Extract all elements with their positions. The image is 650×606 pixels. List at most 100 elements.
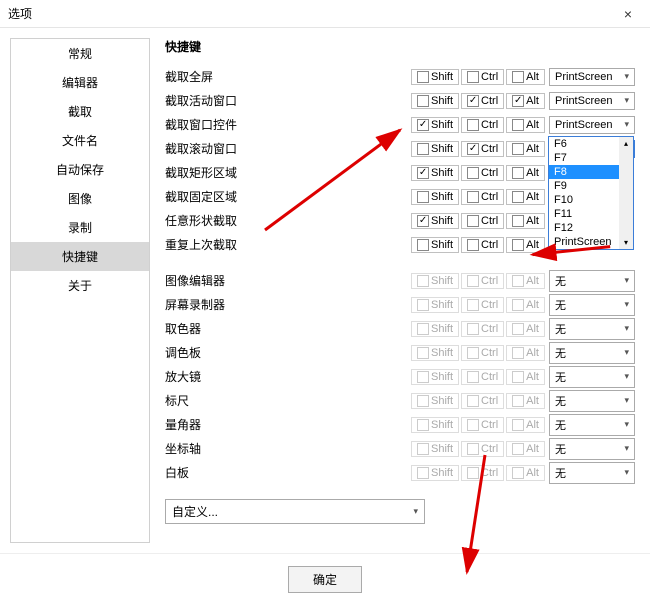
key-select[interactable]: PrintScreen▾ [549,92,635,110]
shortcut-row: 取色器 ShiftCtrlAlt 无▾ [165,317,635,340]
key-select[interactable]: 无▾ [549,342,635,364]
checkbox-icon [467,239,479,251]
alt-modifier[interactable]: Alt [506,189,545,205]
sidebar-item[interactable]: 截取 [11,97,149,126]
shift-modifier[interactable]: ✓Shift [411,117,459,133]
chevron-down-icon: ▾ [624,419,629,430]
key-select[interactable]: PrintScreen▾ [549,116,635,134]
alt-modifier[interactable]: Alt [506,117,545,133]
shift-modifier: Shift [411,369,459,385]
sidebar-item[interactable]: 编辑器 [11,68,149,97]
shift-modifier: Shift [411,393,459,409]
sidebar-item[interactable]: 文件名 [11,126,149,155]
sidebar-item[interactable]: 快捷键 [11,242,149,271]
chevron-down-icon: ▾ [624,347,629,358]
row-label: 截取固定区域 [165,188,285,205]
ctrl-modifier[interactable]: Ctrl [461,189,504,205]
key-select[interactable]: 无▾ [549,366,635,388]
chevron-down-icon: ▾ [624,119,629,130]
alt-modifier[interactable]: Alt [506,237,545,253]
shortcut-row: 截取窗口控件 ✓ShiftCtrlAltPrintScreen▾ [165,113,635,136]
checkbox-icon [467,191,479,203]
alt-modifier[interactable]: Alt [506,141,545,157]
checkbox-icon [417,275,429,287]
ctrl-modifier[interactable]: Ctrl [461,165,504,181]
checkbox-icon [417,191,429,203]
checkbox-icon [417,371,429,383]
checkbox-icon [512,419,524,431]
checkbox-icon [467,215,479,227]
sidebar-item[interactable]: 图像 [11,184,149,213]
sidebar-item[interactable]: 录制 [11,213,149,242]
shortcut-row: 截取全屏 ShiftCtrlAltPrintScreen▾ [165,65,635,88]
sidebar-item[interactable]: 关于 [11,271,149,300]
ctrl-modifier[interactable]: Ctrl [461,117,504,133]
shortcut-row: 坐标轴 ShiftCtrlAlt 无▾ [165,437,635,460]
preset-combo[interactable]: 自定义... ▾ [165,499,425,524]
checkbox-icon: ✓ [467,95,479,107]
shift-modifier[interactable]: Shift [411,69,459,85]
key-select[interactable]: 无▾ [549,390,635,412]
key-dropdown[interactable]: F6F7F8F9F10F11F12PrintScreen▴▾ [548,136,634,250]
checkbox-icon [417,143,429,155]
checkbox-icon [417,395,429,407]
ctrl-modifier[interactable]: ✓Ctrl [461,93,504,109]
checkbox-icon [417,239,429,251]
shift-modifier[interactable]: ✓Shift [411,213,459,229]
checkbox-icon [467,347,479,359]
key-select[interactable]: 无▾ [549,414,635,436]
key-value: 无 [555,417,566,433]
alt-modifier: Alt [506,393,545,409]
key-select[interactable]: PrintScreen▾ [549,68,635,86]
preset-label: 自定义... [172,503,218,520]
ctrl-modifier[interactable]: Ctrl [461,237,504,253]
ctrl-modifier: Ctrl [461,441,504,457]
key-select[interactable]: 无▾ [549,462,635,484]
alt-modifier: Alt [506,273,545,289]
row-label: 重复上次截取 [165,236,285,253]
content-panel: 快捷键 截取全屏 ShiftCtrlAltPrintScreen▾截取活动窗口 … [150,28,650,553]
key-select[interactable]: 无▾ [549,294,635,316]
shortcut-row: 截取活动窗口 Shift✓Ctrl✓AltPrintScreen▾ [165,89,635,112]
ctrl-modifier[interactable]: Ctrl [461,69,504,85]
key-select[interactable]: 无▾ [549,318,635,340]
checkbox-icon [467,323,479,335]
close-icon[interactable]: × [614,6,642,22]
shift-modifier[interactable]: Shift [411,141,459,157]
key-value: 无 [555,345,566,361]
alt-modifier[interactable]: ✓Alt [506,93,545,109]
ok-button[interactable]: 确定 [288,566,362,593]
alt-modifier[interactable]: Alt [506,165,545,181]
shift-modifier[interactable]: Shift [411,93,459,109]
key-select[interactable]: 无▾ [549,270,635,292]
shift-modifier[interactable]: Shift [411,189,459,205]
sidebar-item[interactable]: 常规 [11,39,149,68]
checkbox-icon [512,371,524,383]
alt-modifier: Alt [506,369,545,385]
key-value: 无 [555,321,566,337]
ctrl-modifier: Ctrl [461,321,504,337]
checkbox-icon [512,467,524,479]
key-value: 无 [555,369,566,385]
checkbox-icon: ✓ [417,215,429,227]
shortcut-row: 量角器 ShiftCtrlAlt 无▾ [165,413,635,436]
key-value: PrintScreen [555,95,612,107]
ctrl-modifier[interactable]: ✓Ctrl [461,141,504,157]
shift-modifier[interactable]: ✓Shift [411,165,459,181]
alt-modifier[interactable]: Alt [506,69,545,85]
row-label: 取色器 [165,320,285,337]
ctrl-modifier[interactable]: Ctrl [461,213,504,229]
shift-modifier[interactable]: Shift [411,237,459,253]
checkbox-icon: ✓ [417,119,429,131]
ctrl-modifier: Ctrl [461,297,504,313]
scrollbar[interactable]: ▴▾ [619,137,633,249]
shift-modifier: Shift [411,465,459,481]
checkbox-icon [512,143,524,155]
sidebar-item[interactable]: 自动保存 [11,155,149,184]
shortcut-row: 屏幕录制器 ShiftCtrlAlt 无▾ [165,293,635,316]
key-value: 无 [555,297,566,313]
alt-modifier[interactable]: Alt [506,213,545,229]
key-select[interactable]: 无▾ [549,438,635,460]
row-label: 截取矩形区域 [165,164,285,181]
shortcut-row: 调色板 ShiftCtrlAlt 无▾ [165,341,635,364]
